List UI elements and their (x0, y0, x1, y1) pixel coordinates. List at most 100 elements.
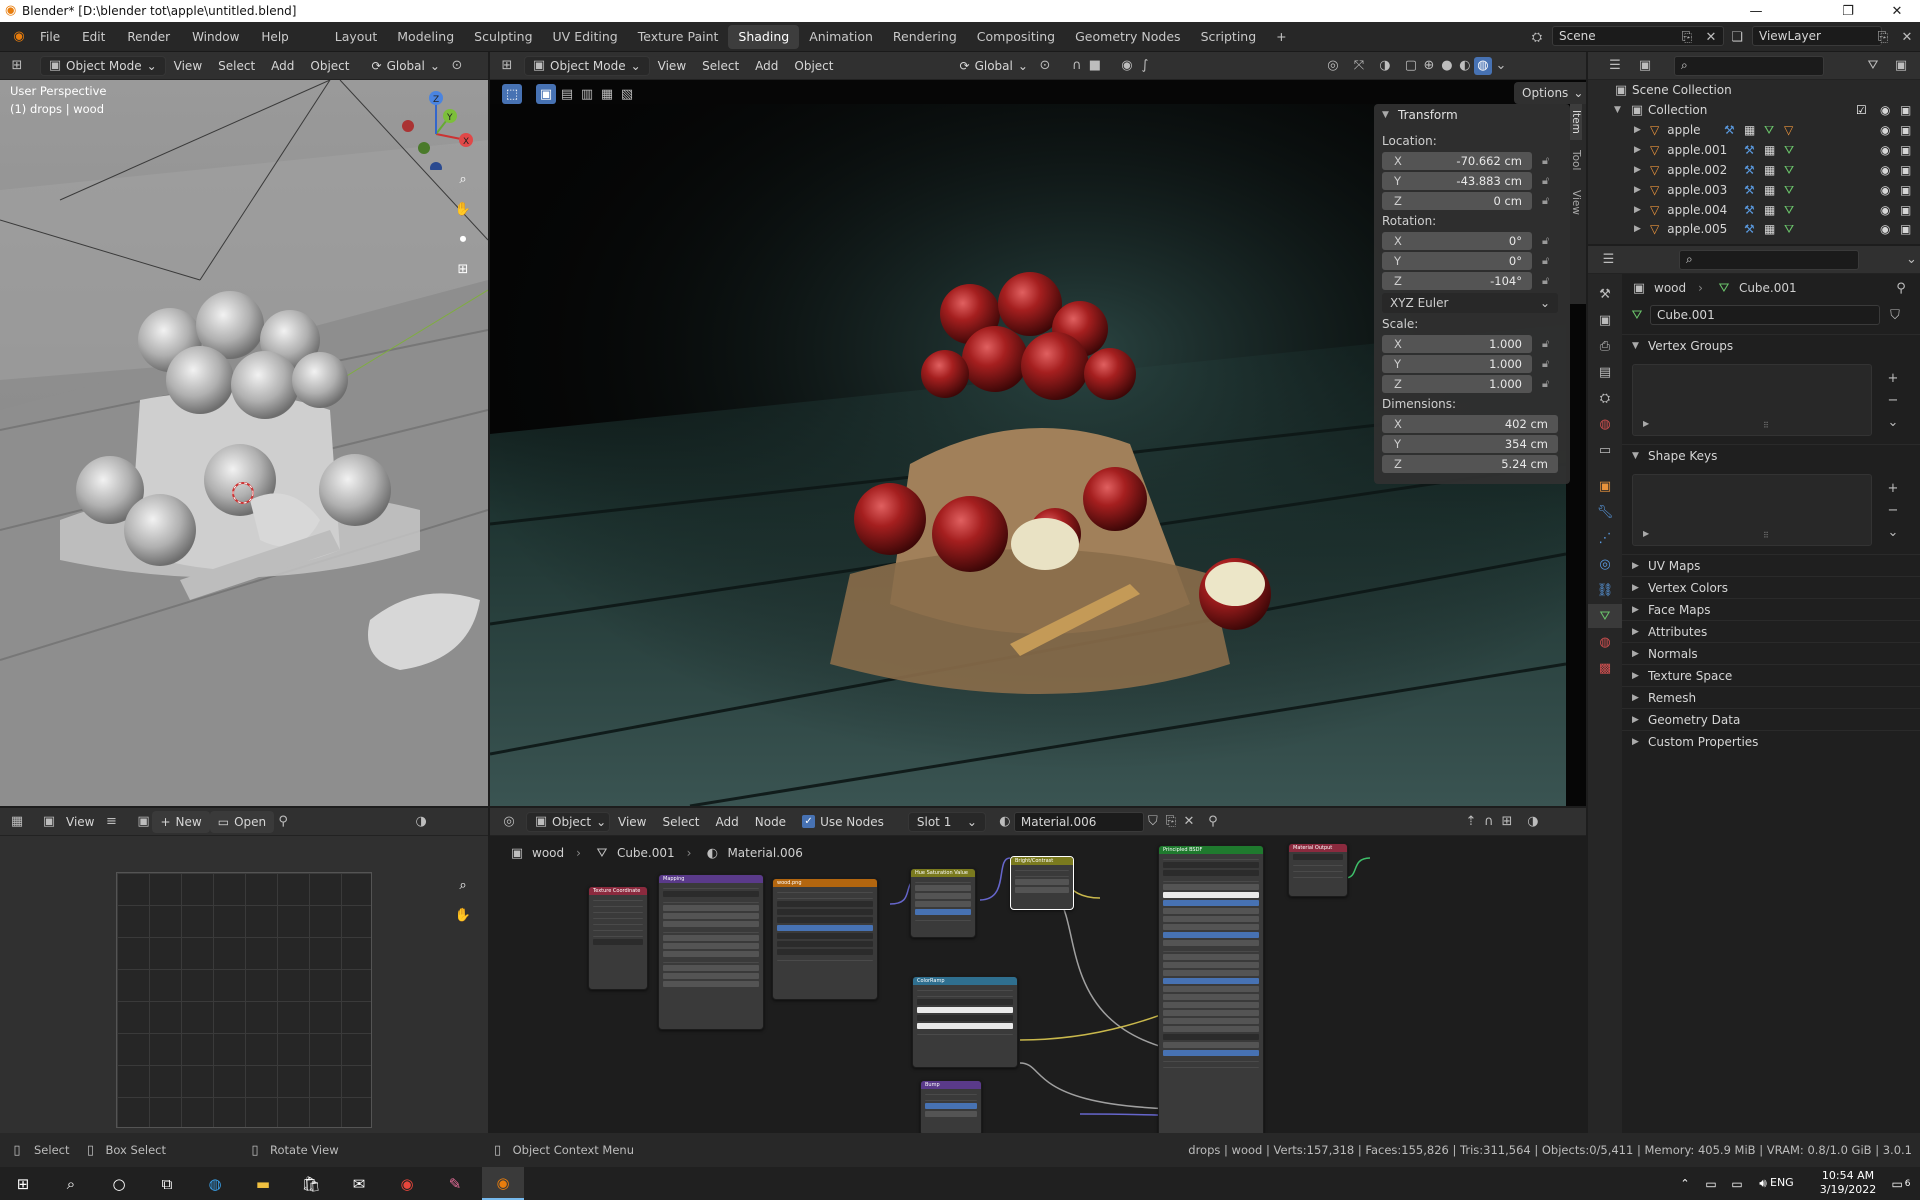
main-menu-view[interactable]: View (650, 55, 694, 77)
wireframe-shading-icon[interactable]: ⊕ (1420, 57, 1438, 75)
rotation-x-field[interactable]: X 0° (1382, 232, 1532, 250)
node-image-texture[interactable]: wood.png (772, 878, 878, 1000)
new-image-button[interactable]: + New (152, 810, 210, 833)
new-scene-icon[interactable]: ⎘ (1678, 28, 1696, 46)
outliner-item[interactable]: ▶ ▽ apple.001 ⚒ ▦ ⛛ ◉ ▣ (1588, 140, 1920, 160)
store-icon[interactable]: 🛍︎ (290, 1167, 332, 1200)
scene-collection-row[interactable]: ▣ Scene Collection (1588, 80, 1920, 100)
mesh-data-tab-icon[interactable]: ⛛ (1588, 604, 1622, 628)
visibility-icon[interactable]: ◎ (1324, 57, 1342, 75)
outliner-item[interactable]: ▶ ▽ apple.003 ⚒ ▦ ⛛ ◉ ▣ (1588, 180, 1920, 200)
scale-y-field[interactable]: Y 1.000 (1382, 355, 1532, 373)
tab-scripting[interactable]: Scripting (1191, 25, 1267, 49)
proportional-edit-icon[interactable]: ◉ (1118, 57, 1136, 75)
camera-icon[interactable]: ▣ (1900, 123, 1911, 137)
mesh-name-field[interactable]: Cube.001 (1650, 305, 1880, 325)
section-shape-keys[interactable]: ▼ Shape Keys (1622, 444, 1920, 466)
minus-icon[interactable]: − (1884, 391, 1902, 409)
camera-icon[interactable]: ▣ (1900, 203, 1911, 217)
node-texture-coordinate[interactable]: Texture Coordinate (588, 886, 648, 990)
node-mapping[interactable]: Mapping (658, 874, 764, 1030)
lock-icon[interactable]: 🔓︎ (1542, 234, 1549, 248)
solid-shading-icon[interactable]: ● (1438, 57, 1456, 75)
eye-icon[interactable]: ◉ (1880, 123, 1890, 137)
outliner-item[interactable]: ▶ ▽ apple ⚒ ▦ ⛛ ▽ ◉ ▣ (1588, 120, 1920, 140)
checkbox-checked-icon[interactable]: ☑ (1856, 103, 1867, 117)
close-window-button[interactable]: ✕ (1874, 0, 1920, 22)
physics-tab-icon[interactable]: ◎ (1588, 552, 1622, 576)
editor-type-icon[interactable]: ☰ (1606, 57, 1624, 75)
search-icon[interactable]: ⌕ (50, 1167, 92, 1200)
scene-icon[interactable]: ⛭ (1528, 28, 1546, 46)
tab-uv-editing[interactable]: UV Editing (543, 25, 628, 49)
chevron-down-icon[interactable]: ⌄ (1884, 413, 1902, 431)
eye-icon[interactable]: ◉ (1880, 222, 1890, 236)
hamburger-menu-icon[interactable]: ≡ (102, 813, 120, 831)
paint-app-icon[interactable]: ✎ (434, 1167, 476, 1200)
texture-tab-icon[interactable]: ▩ (1588, 656, 1622, 680)
solid-viewport[interactable]: ⊞ ▣ Object Mode ⌄ View Select Add Object… (0, 52, 488, 806)
lock-icon[interactable]: 🔓︎ (1542, 337, 1549, 351)
location-z-field[interactable]: Z0 cm (1382, 192, 1532, 210)
tab-layout[interactable]: Layout (325, 25, 388, 49)
world-tab-icon[interactable]: ◍ (1588, 412, 1622, 436)
modifier-tab-icon[interactable]: 🔧︎ (1588, 500, 1622, 524)
chevron-down-icon[interactable]: ⌄ (1884, 523, 1902, 541)
language-indicator[interactable]: ENG (1770, 1176, 1794, 1189)
outliner-item[interactable]: ▶ ▽ apple.002 ⚒ ▦ ⛛ ◉ ▣ (1588, 160, 1920, 180)
plus-icon[interactable]: + (1884, 479, 1902, 497)
lock-icon[interactable]: 🔓︎ (1542, 254, 1549, 268)
image-menu-view[interactable]: View (58, 811, 102, 833)
main-menu-select[interactable]: Select (694, 55, 747, 77)
left-mode-dropdown[interactable]: ▣ Object Mode ⌄ (40, 55, 166, 76)
main-menu-add[interactable]: Add (747, 55, 786, 77)
section-custom-properties[interactable]: ▶ Custom Properties (1622, 730, 1920, 752)
resize-handle-icon[interactable]: ⠿ (1763, 421, 1769, 430)
open-image-button[interactable]: ▭ Open (209, 810, 275, 833)
camera-icon[interactable]: ▣ (1900, 222, 1911, 236)
sidebar-tab-item[interactable]: Item (1570, 104, 1582, 140)
location-y-field[interactable]: Y -43.883 cm (1382, 172, 1532, 190)
view-layer-icon[interactable]: ❏ (1728, 28, 1746, 46)
chevron-right-icon[interactable]: ▶ (1643, 419, 1649, 428)
outliner-search-input[interactable]: ⌕ (1674, 55, 1824, 76)
dimension-y-field[interactable]: Y 354 cm (1382, 435, 1558, 453)
scale-x-field[interactable]: X 1.000 (1382, 335, 1532, 353)
maximize-button[interactable]: ❐ (1825, 0, 1871, 22)
lock-icon[interactable]: 🔓︎ (1542, 194, 1549, 208)
pivot-icon[interactable]: ⊙ (1036, 57, 1054, 75)
tab-shading[interactable]: Shading (728, 24, 800, 49)
mode-new-icon[interactable]: ▣ (536, 84, 556, 104)
mode-invert-icon[interactable]: ▦ (598, 85, 616, 103)
section-vertex-groups[interactable]: ▼ Vertex Groups (1622, 334, 1920, 356)
mode-subtract-icon[interactable]: ▥ (578, 85, 596, 103)
file-explorer-icon[interactable]: ▬ (242, 1167, 284, 1200)
rotation-mode-dropdown[interactable]: XYZ Euler ⌄ (1382, 293, 1558, 313)
outliner-item[interactable]: ▶ ▽ apple.004 ⚒ ▦ ⛛ ◉ ▣ (1588, 200, 1920, 220)
main-orientation-dropdown[interactable]: ⟳ Global ⌄ (952, 55, 1036, 77)
main-menu-object[interactable]: Object (786, 55, 841, 77)
editor-type-icon[interactable]: ☰ (1600, 251, 1617, 269)
camera-icon[interactable]: ⏺ (454, 230, 472, 248)
zoom-icon[interactable]: ⌕ (454, 170, 472, 188)
menu-help[interactable]: Help (261, 30, 288, 44)
collection-row[interactable]: ▼ ▣ Collection ☑ ◉ ▣ (1588, 100, 1920, 120)
eye-icon[interactable]: ◉ (1880, 183, 1890, 197)
editor-type-icon[interactable]: ⊞ (498, 57, 516, 75)
node-hue-saturation[interactable]: Hue Saturation Value (910, 868, 976, 938)
tab-texture-paint[interactable]: Texture Paint (628, 25, 729, 49)
camera-icon[interactable]: ▣ (1900, 183, 1911, 197)
resize-handle-icon[interactable]: ⠿ (1763, 531, 1769, 540)
lock-icon[interactable]: 🔓︎ (1542, 274, 1549, 288)
camera-icon[interactable]: ▣ (1900, 103, 1911, 117)
lock-icon[interactable]: 🔓︎ (1542, 154, 1549, 168)
mode-extend-icon[interactable]: ▤ (558, 85, 576, 103)
tab-animation[interactable]: Animation (799, 25, 883, 49)
scale-z-field[interactable]: Z 1.000 (1382, 375, 1532, 393)
pan-hand-icon[interactable]: ✋ (454, 200, 472, 218)
pin-icon[interactable]: ⚲ (1892, 279, 1910, 297)
material-shading-icon[interactable]: ◐ (1456, 57, 1474, 75)
blender-taskbar-icon[interactable]: ◉ (482, 1167, 524, 1200)
section-attributes[interactable]: ▶ Attributes (1622, 620, 1920, 642)
node-bright-contrast[interactable]: Bright/Contrast (1010, 856, 1074, 910)
